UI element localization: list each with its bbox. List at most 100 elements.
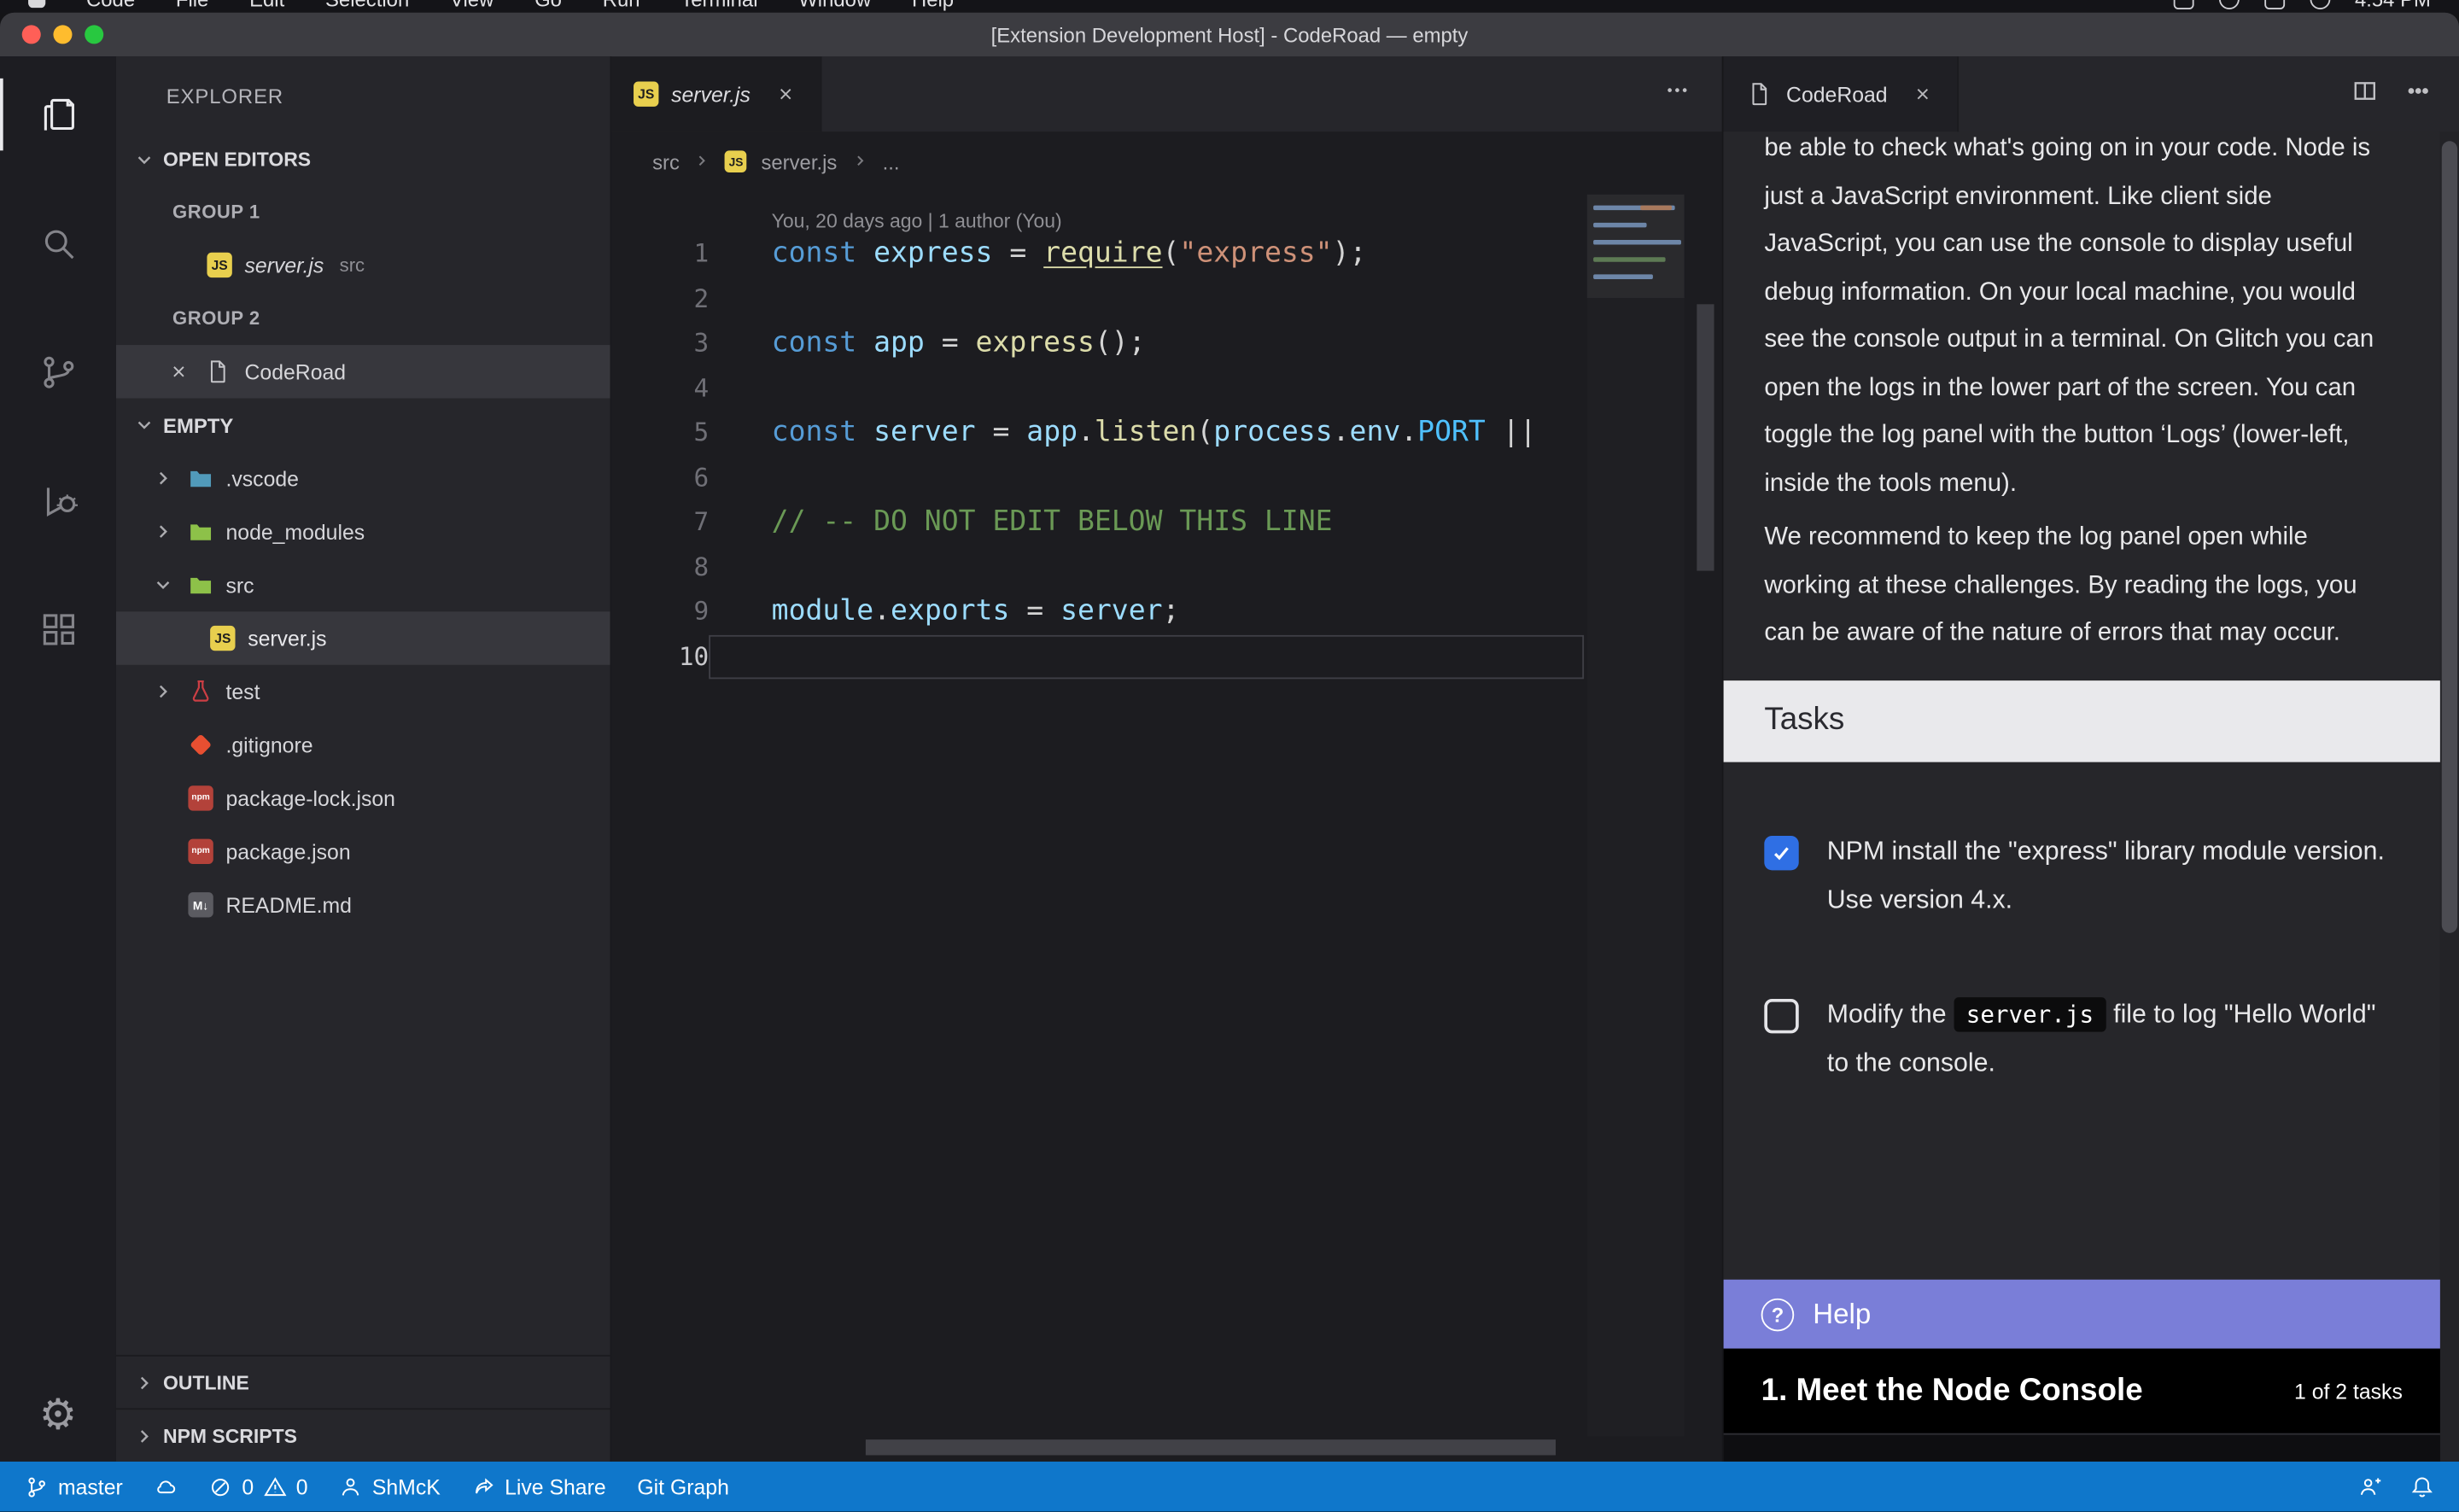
- extensions-icon[interactable]: [0, 571, 116, 687]
- branch-status[interactable]: master: [25, 1474, 122, 1498]
- live-share-user[interactable]: ShMcK: [339, 1474, 440, 1498]
- code-line-5[interactable]: 5const server = app.listen(process.env.P…: [611, 411, 1721, 455]
- live-share-button[interactable]: Live Share: [472, 1474, 606, 1498]
- code-line-2[interactable]: 2: [611, 277, 1721, 321]
- zoom-window-button[interactable]: [85, 25, 103, 44]
- menu-item-file[interactable]: File: [176, 0, 208, 10]
- code-token: module: [772, 594, 873, 628]
- tree-item-label: README.md: [225, 893, 351, 917]
- menu-item-view[interactable]: View: [450, 0, 494, 10]
- open-editor-server-js[interactable]: JS server.js src: [116, 238, 610, 291]
- tab-coderoad[interactable]: CodeRoad: [1724, 56, 1959, 131]
- menu-item-edit[interactable]: Edit: [249, 0, 284, 10]
- menu-item-help[interactable]: Help: [912, 0, 954, 10]
- codelens-annotation[interactable]: You, 20 days ago | 1 author (You): [611, 191, 1721, 232]
- problems-status[interactable]: 0 0: [209, 1474, 308, 1498]
- display-menu-icon[interactable]: [2173, 0, 2193, 9]
- git-graph-button[interactable]: Git Graph: [637, 1474, 729, 1498]
- tree-item-package-lock-json[interactable]: npmpackage-lock.json: [116, 772, 610, 825]
- spotlight-icon[interactable]: [2310, 0, 2330, 9]
- task-checkbox-checked[interactable]: [1764, 835, 1798, 869]
- chevron-right-icon[interactable]: [150, 466, 175, 491]
- scrollbar-thumb[interactable]: [2442, 141, 2457, 933]
- tree-item-node-modules[interactable]: node_modules: [116, 505, 610, 558]
- tree-item-package-json[interactable]: npmpackage.json: [116, 825, 610, 878]
- minimize-window-button[interactable]: [53, 25, 72, 44]
- chevron-right-icon[interactable]: [150, 679, 175, 703]
- workspace-header[interactable]: EMPTY: [116, 399, 610, 452]
- run-and-debug-icon[interactable]: [0, 442, 116, 558]
- code-editor[interactable]: You, 20 days ago | 1 author (You) 1const…: [611, 191, 1721, 1462]
- tree-item--gitignore[interactable]: .gitignore: [116, 718, 610, 771]
- menu-item-run[interactable]: Run: [603, 0, 640, 10]
- close-window-button[interactable]: [22, 25, 41, 44]
- close-tab-icon[interactable]: [773, 85, 797, 103]
- tree-item-test[interactable]: test: [116, 665, 610, 718]
- battery-icon[interactable]: [2263, 0, 2284, 9]
- task-checkbox-unchecked[interactable]: [1764, 998, 1798, 1032]
- menu-item-go[interactable]: Go: [534, 0, 562, 10]
- tab-server-js[interactable]: JS server.js: [611, 56, 821, 131]
- code-token: // -- DO NOT EDIT BELOW THIS LINE: [772, 505, 1333, 538]
- minimap[interactable]: [1587, 195, 1685, 1437]
- breadcrumb-symbol[interactable]: ...: [883, 149, 900, 173]
- sync-status[interactable]: [154, 1474, 178, 1498]
- code-line-7[interactable]: 7// -- DO NOT EDIT BELOW THIS LINE: [611, 500, 1721, 545]
- breadcrumb-file[interactable]: server.js: [761, 149, 837, 173]
- breadcrumb[interactable]: src JS server.js ...: [611, 131, 1721, 191]
- open-editor-coderoad[interactable]: CodeRoad: [116, 345, 610, 398]
- code-line-1[interactable]: 1const express = require("express");: [611, 232, 1721, 277]
- explorer-icon[interactable]: [0, 56, 116, 172]
- outline-header[interactable]: OUTLINE: [116, 1355, 610, 1408]
- code-line-6[interactable]: 6: [611, 456, 1721, 500]
- more-actions-icon[interactable]: [2406, 78, 2431, 111]
- menu-bar-clock[interactable]: 4:54 PM: [2355, 0, 2431, 10]
- scrollbar-thumb[interactable]: [866, 1439, 1556, 1455]
- source-control-icon[interactable]: [0, 313, 116, 429]
- close-tab-icon[interactable]: [1909, 85, 1934, 103]
- code-token: server: [1060, 594, 1162, 628]
- help-button[interactable]: ? Help: [1724, 1280, 2440, 1349]
- code-line-8[interactable]: 8: [611, 545, 1721, 589]
- code-lines[interactable]: 1const express = require("express");23co…: [611, 232, 1721, 679]
- editor-horizontal-scrollbar[interactable]: [709, 1439, 1684, 1458]
- task-item-1: NPM install the "express" library module…: [1724, 827, 2440, 925]
- code-line-3[interactable]: 3const app = express();: [611, 322, 1721, 366]
- tree-item--vscode[interactable]: .vscode: [116, 452, 610, 505]
- chevron-down-icon[interactable]: [150, 572, 175, 597]
- feedback-icon[interactable]: [2358, 1474, 2382, 1498]
- settings-gear-icon[interactable]: ⚙: [39, 1394, 77, 1437]
- open-editors-header[interactable]: OPEN EDITORS: [116, 135, 610, 185]
- menu-item-terminal[interactable]: Terminal: [680, 0, 757, 10]
- tree-item-readme-md[interactable]: M↓README.md: [116, 879, 610, 931]
- menu-item-selection[interactable]: Selection: [325, 0, 409, 10]
- code-line-9[interactable]: 9module.exports = server;: [611, 590, 1721, 634]
- apple-menu-icon[interactable]: [28, 0, 45, 8]
- code-line-4[interactable]: 4: [611, 366, 1721, 411]
- code-token: .: [1333, 416, 1350, 449]
- lesson-paragraph: be able to check what's going on in your…: [1724, 131, 2440, 508]
- more-actions-icon[interactable]: [1664, 77, 1691, 111]
- lesson-bar[interactable]: 1. Meet the Node Console 1 of 2 tasks: [1724, 1349, 2440, 1433]
- editor-vertical-scrollbar[interactable]: [1687, 191, 1721, 1436]
- panel-scrollbar[interactable]: [2440, 131, 2459, 1462]
- scrollbar-thumb[interactable]: [1697, 304, 1714, 570]
- chevron-right-icon[interactable]: [150, 519, 175, 544]
- wifi-icon[interactable]: [2218, 0, 2239, 9]
- code-token: express: [873, 236, 992, 270]
- breadcrumb-src[interactable]: src: [652, 149, 680, 173]
- tree-item-label: server.js: [248, 627, 326, 651]
- npm-scripts-header[interactable]: NPM SCRIPTS: [116, 1408, 610, 1461]
- search-icon[interactable]: [0, 185, 116, 301]
- menu-item-code[interactable]: Code: [86, 0, 135, 10]
- workbench: ⚙ EXPLORER OPEN EDITORS GROUP 1 JS serve…: [0, 56, 2459, 1462]
- close-editor-icon[interactable]: [166, 362, 191, 381]
- notifications-bell-icon[interactable]: [2410, 1474, 2434, 1498]
- tree-item-server-js[interactable]: JSserver.js: [116, 611, 610, 664]
- tree-item-src[interactable]: src: [116, 558, 610, 611]
- chevron-placeholder: [150, 733, 175, 757]
- code-line-10[interactable]: 10: [611, 634, 1721, 679]
- split-editor-icon[interactable]: [2352, 78, 2377, 111]
- window-title-bar[interactable]: [Extension Development Host] - CodeRoad …: [0, 13, 2459, 56]
- menu-item-window[interactable]: Window: [798, 0, 871, 10]
